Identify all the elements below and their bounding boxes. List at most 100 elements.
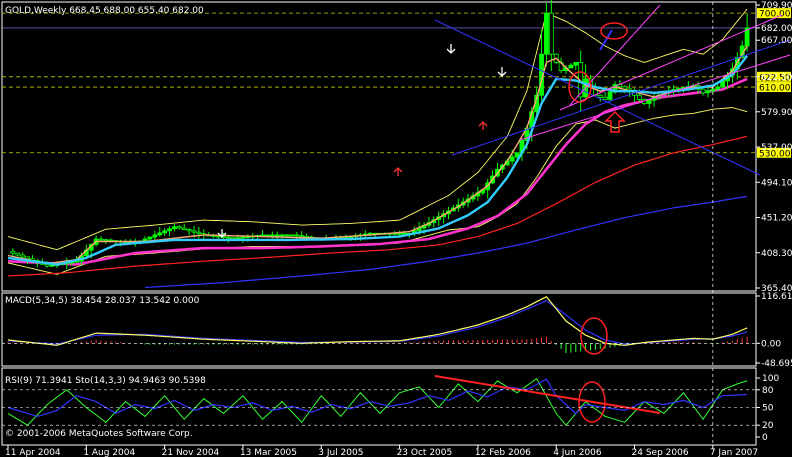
candle-body <box>265 234 270 237</box>
bollinger-upper-line <box>7 8 748 251</box>
axes: 11 Apr 2004 1 Aug 2004 21 Nov 2004 13 Mar 2… <box>2 1 792 457</box>
candle-body <box>607 91 613 100</box>
macd-panel-title: MACD(5,34,5) 38.454 28.037 13.542 0.000 <box>5 296 200 306</box>
candle-body <box>544 12 549 55</box>
down-arrow-icon-white-2 <box>497 67 507 77</box>
candle-body <box>602 96 608 100</box>
panel-frame-0 <box>1 1 757 292</box>
ma-blue-line <box>145 195 748 289</box>
up-arrow-icon-red <box>478 121 488 130</box>
annotation-circle-macd <box>580 317 608 355</box>
bollinger-lower-line <box>7 107 748 275</box>
down-arrow-icon-white <box>446 44 456 54</box>
candle-body <box>299 235 305 238</box>
rsi-y-tick-label-1: 80 <box>762 386 774 396</box>
x-tick-label-9: 7 Jan 2007 <box>710 448 758 457</box>
candle-body <box>20 254 26 258</box>
candle-body <box>225 236 231 239</box>
rsi-y-tick-label-3: 20 <box>762 421 774 431</box>
candle-body <box>269 234 275 237</box>
macd-y-tick-label-2: -48.695 <box>761 359 792 369</box>
price-y-tick-label-5: 537.00 <box>761 143 792 153</box>
ma-cyan-line <box>7 55 749 266</box>
candle-body <box>274 234 280 237</box>
candle-body <box>25 256 30 260</box>
rsi-y-tick-label-2: 50 <box>762 404 774 414</box>
candle-body <box>289 234 295 237</box>
candle-body <box>176 226 182 229</box>
price-y-tick-label-3: 622.50 <box>761 73 792 83</box>
candle-body <box>568 64 574 69</box>
candle-body <box>167 228 172 232</box>
chart-root: 700.00 622.50 610.00 530.00 GOLD,Weekly … <box>0 0 792 457</box>
annotation-oval-red-top <box>600 22 628 40</box>
trendline-blue-upper <box>434 19 761 176</box>
candle-body <box>514 152 520 158</box>
x-tick-label-6: 12 Feb 2006 <box>475 448 531 457</box>
candle-body <box>637 94 642 100</box>
candle-body <box>172 226 177 230</box>
price-y-tick-label-2: 667.00 <box>761 36 792 46</box>
level-label-2: 610.00 <box>759 84 791 94</box>
copyright-text: © 2001-2006 MetaQuotes Software Corp. <box>5 429 193 439</box>
candle-body <box>240 236 246 239</box>
candle-body <box>157 232 163 236</box>
rsi-y-tick-label-0: 100 <box>762 374 779 384</box>
candle-body <box>260 234 265 237</box>
ma-fast-line <box>7 45 748 265</box>
candle-body <box>284 234 290 237</box>
price-y-tick-label-8: 408.30 <box>761 249 792 259</box>
rsi-y-tick-label-4: 0 <box>762 433 768 443</box>
rsi-panel-title: RSI(9) 71.3941 Sto(14,3,3) 94.9463 90.53… <box>5 376 206 386</box>
up-arrow-icon-red-2 <box>393 167 403 176</box>
candle-body <box>235 237 241 240</box>
candle-body <box>44 263 50 267</box>
x-tick-label-0: 11 Apr 2004 <box>5 448 61 457</box>
price-y-tick-label-4: 579.90 <box>761 108 792 118</box>
candle-body <box>700 88 706 94</box>
arrow-up-icon <box>604 110 626 133</box>
macd-y-tick-label-1: 0.00 <box>761 339 781 349</box>
candle-body <box>646 99 652 104</box>
annotations <box>217 22 628 238</box>
candle-body <box>397 232 402 235</box>
candle-body <box>279 234 285 237</box>
trading-chart: 700.00622.50610.00530.00 GOLD,Weekly 668… <box>1 0 792 457</box>
price-candles <box>7 0 750 269</box>
candle-body <box>705 90 711 94</box>
candle-body <box>548 12 554 55</box>
price-y-tick-label-0: 709.90 <box>761 1 792 11</box>
candle-body <box>181 227 187 230</box>
candle-body <box>710 88 716 92</box>
candle-body <box>509 156 515 162</box>
candle-body <box>186 229 192 232</box>
x-tick-label-2: 21 Nov 2004 <box>162 448 220 457</box>
price-y-tick-label-1: 682.00 <box>761 24 792 34</box>
candle-body <box>162 230 168 234</box>
candle-body <box>191 230 197 233</box>
macd-y-tick-label-0: 116.613 <box>761 292 792 302</box>
highlight-levels: 700.00622.50610.00530.00 <box>2 8 791 159</box>
price-panel-title: GOLD,Weekly 668.45 688.00 655.40 682.00 <box>5 6 204 16</box>
x-tick-label-8: 24 Sep 2006 <box>632 448 689 457</box>
price-panel: 700.00622.50610.00530.00 GOLD,Weekly 668… <box>2 0 791 289</box>
price-y-tick-label-6: 494.10 <box>761 178 792 188</box>
candle-body <box>15 252 21 256</box>
candle-body <box>230 237 236 240</box>
x-tick-label-7: 4 Jun 2006 <box>553 448 602 457</box>
candle-body <box>715 86 721 90</box>
candle-body <box>597 94 603 98</box>
x-tick-label-5: 23 Oct 2005 <box>397 448 453 457</box>
candle-body <box>10 250 16 254</box>
candle-body <box>196 231 202 234</box>
macd-signal-line <box>7 300 748 345</box>
candle-body <box>103 239 109 241</box>
candle-body <box>294 234 300 237</box>
candle-body <box>152 234 158 238</box>
candle-body <box>147 236 153 240</box>
candle-body <box>98 238 104 241</box>
macd-panel: MACD(5,34,5) 38.454 28.037 13.542 0.000 <box>5 295 748 355</box>
price-y-tick-label-7: 451.20 <box>761 214 792 224</box>
x-tick-label-1: 1 Aug 2004 <box>83 448 135 457</box>
candle-body <box>573 62 579 66</box>
